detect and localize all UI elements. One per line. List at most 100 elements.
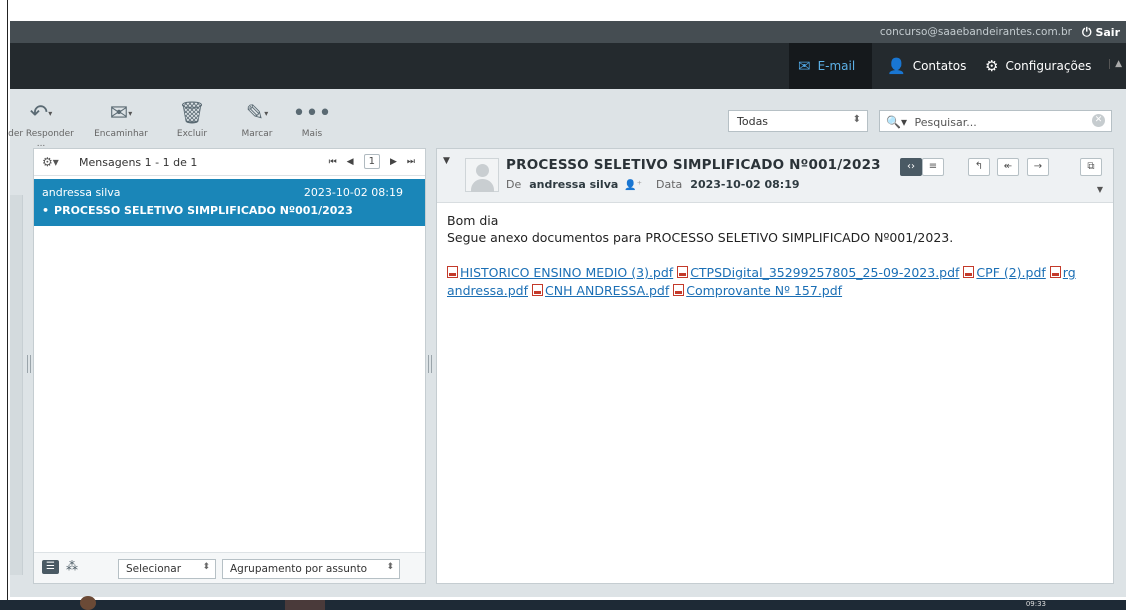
forward-label: Encaminhar xyxy=(94,129,148,139)
first-page-icon[interactable]: ⏮ xyxy=(329,157,337,167)
forward-button[interactable]: ✉▾ Encaminhar xyxy=(86,99,156,139)
add-contact-icon[interactable]: 👤⁺ xyxy=(624,180,642,191)
envelope-icon: ✉ xyxy=(798,57,811,75)
reply-button[interactable]: ↶▾ der Responder ... xyxy=(6,99,76,149)
more-button[interactable]: ••• Mais xyxy=(292,99,332,139)
select-arrows-icon: ⬍ xyxy=(202,562,210,572)
message-subject-text: PROCESSO SELETIVO SIMPLIFICADO Nº001/202… xyxy=(54,204,353,217)
list-header: ⚙▾ Mensagens 1 - 1 de 1 ⏮ ◀ 1 ▶ ⏭ xyxy=(34,149,425,176)
message-count: Mensagens 1 - 1 de 1 xyxy=(79,156,198,169)
list-view-icon[interactable]: ☰ xyxy=(42,560,59,574)
attachment[interactable]: CNH ANDRESSA.pdf xyxy=(531,283,669,298)
nav-tab-contacts-label: Contatos xyxy=(912,59,967,73)
list-options-icon[interactable]: ⚙▾ xyxy=(42,155,59,169)
message-list: ⚙▾ Mensagens 1 - 1 de 1 ⏮ ◀ 1 ▶ ⏭ andres… xyxy=(33,148,426,584)
plain-text-icon[interactable]: ≡ xyxy=(922,158,944,176)
attachment-link[interactable]: CNH ANDRESSA.pdf xyxy=(545,283,669,298)
pdf-icon xyxy=(677,266,689,278)
nav-tab-settings-label: Configurações xyxy=(1005,59,1092,73)
person-icon: 👤 xyxy=(887,57,906,75)
next-page-icon[interactable]: ▶ xyxy=(390,157,397,167)
os-taskbar: 09:33 xyxy=(0,596,1126,610)
reply-icon[interactable]: ↰ xyxy=(968,158,990,176)
power-icon: ⏻ xyxy=(1081,25,1092,39)
pdf-icon xyxy=(1049,266,1061,278)
delete-label: Excluir xyxy=(176,129,208,139)
folder-splitter[interactable] xyxy=(27,355,31,373)
clear-search-icon[interactable]: ✕ xyxy=(1092,114,1105,127)
nav-tab-contacts[interactable]: 👤 Contatos xyxy=(887,43,966,89)
select-arrows-icon: ⬍ xyxy=(852,114,861,125)
pen-icon: ✎▾ xyxy=(245,101,269,126)
preview-subject: PROCESSO SELETIVO SIMPLIFICADO Nº001/202… xyxy=(506,157,881,173)
taskbar-clock: 09:33 xyxy=(1025,600,1046,608)
message-row-selected[interactable]: andressa silva 2023-10-02 08:19 • PROCESS… xyxy=(34,179,425,226)
list-preview-splitter[interactable] xyxy=(428,355,432,373)
page-number[interactable]: 1 xyxy=(363,154,380,169)
pdf-icon xyxy=(673,284,685,296)
search-input[interactable]: 🔍▾ Pesquisar... ✕ xyxy=(879,110,1112,132)
mark-button[interactable]: ✎▾ Marcar xyxy=(232,99,282,139)
folder-pane-collapsed xyxy=(10,195,23,575)
collapse-header-icon[interactable]: ▼ xyxy=(443,156,450,166)
user-email: concurso@saaebandeirantes.com.br xyxy=(879,26,1072,38)
taskbar-app-icon[interactable] xyxy=(285,600,325,610)
pdf-icon xyxy=(963,266,975,278)
expand-header-icon[interactable]: ▼ xyxy=(1097,185,1103,194)
nav-tab-email[interactable]: ✉ E-mail xyxy=(789,43,872,89)
body-line: Segue anexo documentos para PROCESSO SEL… xyxy=(447,230,954,245)
forward-icon[interactable]: → xyxy=(1027,158,1049,176)
delete-button[interactable]: 🗑 Excluir xyxy=(172,99,212,139)
attachment[interactable]: Comprovante Nº 157.pdf xyxy=(673,283,842,298)
more-dots-icon: ••• xyxy=(292,101,332,126)
avatar xyxy=(465,158,499,192)
attachment[interactable]: CPF (2).pdf xyxy=(963,265,1046,280)
search-placeholder: Pesquisar... xyxy=(914,116,977,129)
list-footer: ☰ ⁂ Selecionar ⬍ Agrupamento por assunto… xyxy=(34,552,425,583)
grouping-dropdown[interactable]: Agrupamento por assunto ⬍ xyxy=(222,559,400,579)
forward-icon: ✉▾ xyxy=(109,101,133,126)
trash-icon: 🗑 xyxy=(178,101,206,126)
attachment[interactable]: CTPSDigital_35299257805_25-09-2023.pdf xyxy=(677,265,959,280)
last-page-icon[interactable]: ⏭ xyxy=(407,157,415,167)
attachment-link[interactable]: CTPSDigital_35299257805_25-09-2023.pdf xyxy=(690,265,959,280)
attachment-link[interactable]: HISTORICO ENSINO MEDIO (3).pdf xyxy=(460,265,673,280)
from-label: De xyxy=(506,178,522,191)
logout-label: Sair xyxy=(1095,26,1120,39)
nav-tab-settings[interactable]: ⚙ Configurações xyxy=(985,43,1091,89)
message-date: 2023-10-02 08:19 xyxy=(303,186,403,199)
sender-name[interactable]: andressa silva xyxy=(529,178,618,191)
more-label: Mais xyxy=(301,129,323,139)
prev-page-icon[interactable]: ◀ xyxy=(347,157,354,167)
filter-select[interactable]: Todas ⬍ xyxy=(728,110,868,132)
attachment-link[interactable]: CPF (2).pdf xyxy=(976,265,1045,280)
reply-all-icon[interactable]: ↞ xyxy=(997,158,1019,176)
message-preview: ▼ PROCESSO SELETIVO SIMPLIFICADO Nº001/2… xyxy=(436,148,1114,584)
pdf-icon xyxy=(531,284,543,296)
search-icon: 🔍▾ xyxy=(886,115,907,129)
attachment[interactable]: HISTORICO ENSINO MEDIO (3).pdf xyxy=(447,265,673,280)
pager: ⏮ ◀ 1 ▶ ⏭ xyxy=(329,154,415,169)
logout-button[interactable]: ⏻ Sair xyxy=(1082,25,1120,40)
message-body: Bom dia Segue anexo documentos para PROC… xyxy=(447,212,1107,246)
thread-view-icon[interactable]: ⁂ xyxy=(66,559,78,573)
filter-value: Todas xyxy=(737,115,769,128)
taskbar-app-icon[interactable] xyxy=(80,596,96,610)
open-window-icon[interactable]: ⧉ xyxy=(1080,158,1102,176)
select-label: Selecionar xyxy=(126,563,182,575)
collapse-nav-icon[interactable]: ▲ xyxy=(1109,59,1122,69)
unread-dot-icon: • xyxy=(42,204,50,217)
grouping-label: Agrupamento por assunto xyxy=(230,563,368,575)
select-dropdown[interactable]: Selecionar ⬍ xyxy=(118,559,216,579)
top-bar: concurso@saaebandeirantes.com.br ⏻ Sair xyxy=(10,21,1126,43)
reply-label: der Responder ... xyxy=(8,129,74,149)
date-label: Data xyxy=(656,178,683,191)
reply-all-icon: ↶▾ xyxy=(29,101,53,126)
message-subject: • PROCESSO SELETIVO SIMPLIFICADO Nº001/20… xyxy=(42,204,353,217)
html-view-icon[interactable]: ‹› xyxy=(900,158,922,176)
attachment-link[interactable]: Comprovante Nº 157.pdf xyxy=(686,283,842,298)
mark-label: Marcar xyxy=(241,129,273,139)
pdf-icon xyxy=(447,266,458,278)
date-value: 2023-10-02 08:19 xyxy=(690,178,800,191)
nav-tab-email-label: E-mail xyxy=(817,59,856,73)
